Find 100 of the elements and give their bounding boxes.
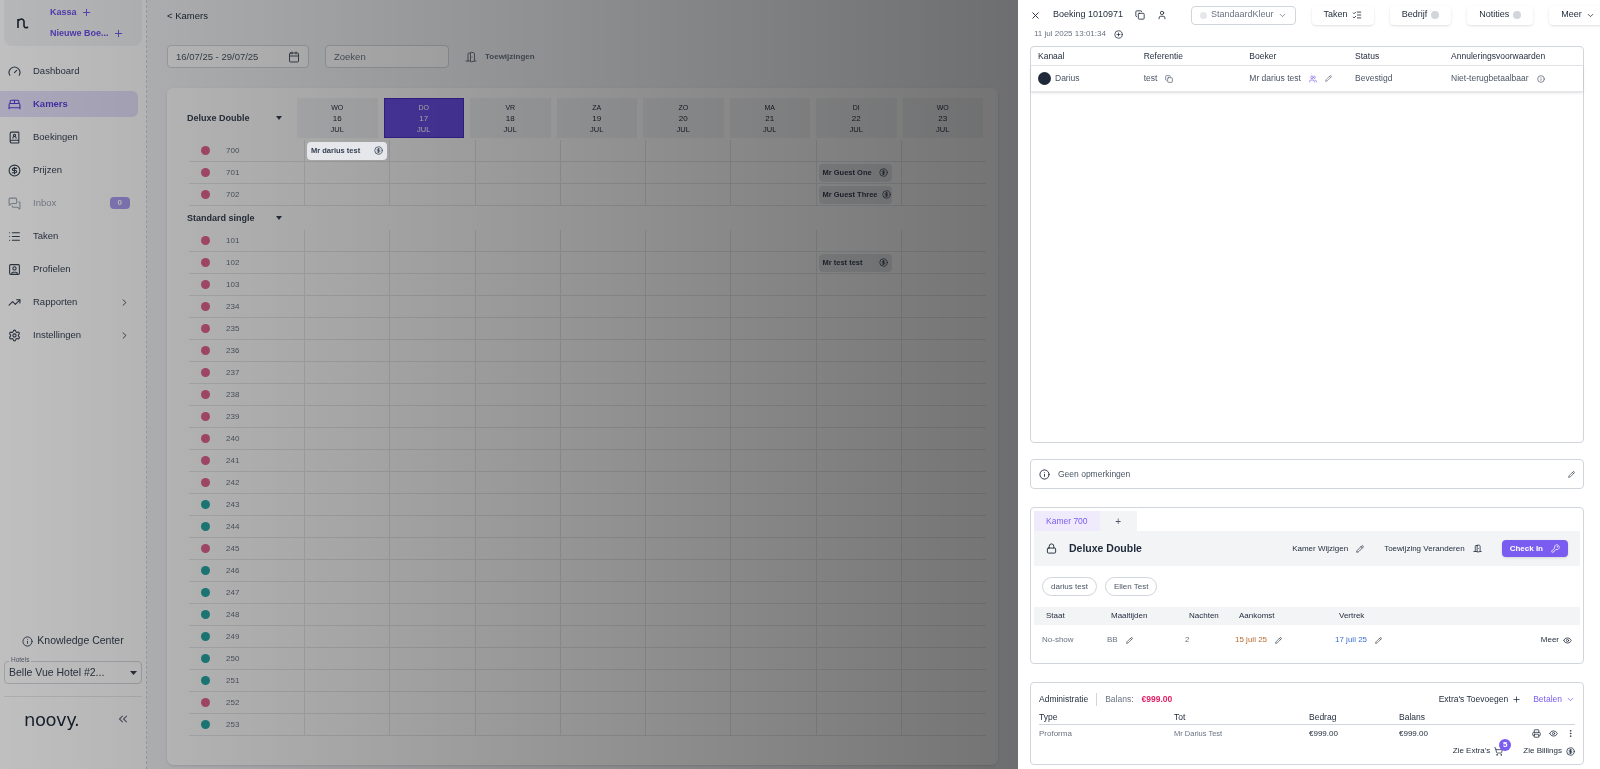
plus-circle-icon[interactable]: [1113, 29, 1123, 39]
room-type-title: Deluxe Double: [1069, 540, 1143, 556]
people-icon[interactable]: [1308, 74, 1317, 83]
status-value: Bevestigd: [1355, 72, 1394, 85]
date-range-value: 16/07/25 - 29/07/25: [176, 49, 259, 64]
search-field[interactable]: Zoeken: [325, 45, 449, 69]
room-number: 249: [226, 630, 240, 643]
close-icon[interactable]: [1030, 9, 1041, 21]
room-action-button[interactable]: Toewijzing Veranderen: [1384, 542, 1482, 555]
reference-value: test: [1143, 72, 1158, 85]
pencil-icon[interactable]: [1125, 636, 1133, 644]
more-button[interactable]: Meer: [1512, 634, 1572, 647]
color-select[interactable]: StandaardKleur: [1191, 5, 1296, 25]
contact-book-icon: [8, 130, 21, 144]
room-number: 250: [226, 652, 240, 665]
room-action-button[interactable]: Kamer Wijzigen: [1292, 542, 1365, 555]
add-extras-button[interactable]: Extra's Toevoegen: [1438, 692, 1522, 706]
day-number: 16: [332, 112, 342, 124]
knowledge-center-link[interactable]: Knowledge Center: [37, 633, 124, 649]
dollar-icon: [879, 168, 889, 178]
pencil-icon[interactable]: [1324, 75, 1332, 82]
collapse-icon[interactable]: [116, 712, 130, 726]
room-number: 700: [226, 144, 240, 157]
more-icon[interactable]: [1566, 729, 1575, 738]
caret-down-icon[interactable]: [276, 116, 282, 121]
day-number: 23: [938, 112, 948, 124]
caret-down-icon[interactable]: [276, 216, 282, 221]
column-header: Kanaal: [1038, 49, 1066, 63]
see-billings-button[interactable]: Zie Billings: [1523, 745, 1575, 757]
balance-amount: €999.00: [1140, 692, 1173, 706]
room-number: 251: [226, 674, 240, 687]
dollar-icon: [881, 190, 891, 200]
dollar-icon: [879, 258, 889, 268]
count-badge: 0: [109, 197, 130, 209]
person-icon[interactable]: [1157, 10, 1168, 20]
info-icon[interactable]: [1536, 74, 1545, 83]
administration-title: Administratie: [1039, 692, 1098, 706]
nav-label: Boekingen: [33, 129, 79, 144]
list-icon: [8, 229, 21, 243]
nav-item[interactable]: Kamers: [0, 91, 138, 117]
room-number: 245: [226, 542, 240, 555]
day-number: 17: [419, 112, 429, 124]
lock-icon: [1046, 543, 1057, 555]
backdrop-overlay[interactable]: [0, 0, 1018, 769]
door-icon: [1472, 544, 1482, 554]
key-icon: [1551, 544, 1560, 554]
room-number: 241: [226, 454, 240, 467]
column-header: Staat: [1046, 610, 1066, 623]
eye-icon: [1563, 635, 1572, 645]
column-header: Balans: [1399, 711, 1426, 724]
room-type-label: Deluxe Double: [187, 111, 250, 125]
column-header: Nachten: [1189, 610, 1220, 623]
room-number: 244: [226, 520, 240, 533]
balance-label: Balans:: [1104, 692, 1134, 706]
header-button[interactable]: Taken: [1311, 5, 1374, 25]
pencil-icon[interactable]: [1375, 636, 1383, 644]
print-icon[interactable]: [1532, 729, 1541, 738]
logo-icon: [16, 16, 30, 30]
day-number: 19: [592, 112, 602, 124]
header-button[interactable]: Notities: [1467, 5, 1534, 25]
header-button[interactable]: Meer: [1549, 5, 1600, 25]
room-number: 103: [226, 278, 240, 291]
room-number: 234: [226, 300, 240, 313]
quick-action-link[interactable]: Kassa: [50, 5, 124, 19]
departure-date: 17 juli 25: [1335, 634, 1368, 647]
hotel-select-value: Belle Vue Hotel #2...: [9, 664, 105, 680]
column-header: Vertrek: [1339, 610, 1366, 623]
pencil-icon[interactable]: [1275, 636, 1283, 644]
column-header: Boeker: [1249, 49, 1278, 63]
stay-state: No-show: [1042, 634, 1075, 647]
eye-icon[interactable]: [1549, 729, 1558, 738]
room-type-label: Standard single: [187, 211, 255, 225]
check-in-button[interactable]: Check In: [1501, 540, 1568, 558]
day-number: 22: [851, 112, 861, 124]
bed-icon: [8, 97, 21, 111]
pencil-icon[interactable]: [1568, 470, 1575, 478]
room-number: 701: [226, 166, 240, 179]
day-number: 21: [765, 112, 775, 124]
room-number: 237: [226, 366, 240, 379]
channel-name: Darius: [1055, 72, 1080, 85]
room-tab[interactable]: Kamer 700: [1034, 511, 1100, 532]
plus-icon: [80, 6, 92, 18]
copy-icon[interactable]: [1135, 10, 1146, 20]
remarks-text: Geen opmerkingen: [1058, 467, 1132, 481]
add-tab[interactable]: +: [1099, 511, 1137, 532]
plus-icon: [1512, 694, 1522, 704]
cancellation-policy: Niet-terugbetaalbaar: [1451, 72, 1529, 85]
checklist-icon: [1351, 10, 1362, 20]
column-header: Referentie: [1143, 49, 1184, 63]
nav-label: Profielen: [33, 261, 72, 276]
room-number: 246: [226, 564, 240, 577]
room-number: 248: [226, 608, 240, 621]
calendar-icon: [288, 50, 300, 63]
quick-action-link[interactable]: Nieuwe Boe...: [50, 27, 124, 41]
header-button[interactable]: Bedrijf: [1389, 5, 1452, 25]
date-range-field[interactable]: 16/07/25 - 29/07/25: [167, 45, 309, 69]
breadcrumb-link[interactable]: < Kamers: [167, 9, 208, 24]
count-badge: 5: [1499, 739, 1512, 751]
pay-button[interactable]: Betalen: [1533, 692, 1575, 706]
gauge-icon: [8, 64, 21, 78]
